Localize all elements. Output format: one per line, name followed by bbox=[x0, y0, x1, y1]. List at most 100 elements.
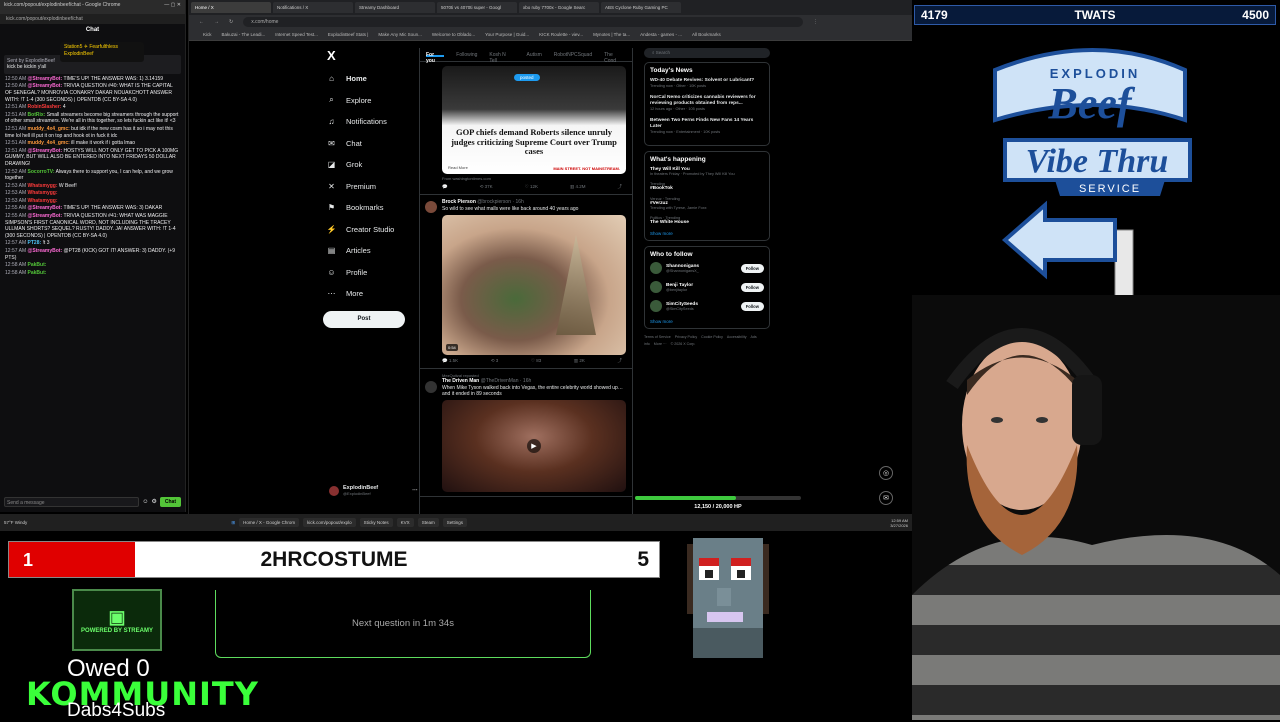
chat-message[interactable]: 12:51 AM muddy_4x4_gmc: but idk if the n… bbox=[0, 126, 185, 139]
chat-message-input[interactable]: Send a message bbox=[4, 497, 140, 507]
like-count[interactable]: ♡ 12K bbox=[525, 184, 538, 190]
chat-message[interactable]: 12:51 AM RobinSlasher: 4 bbox=[0, 104, 185, 111]
reload-icon[interactable]: ↻ bbox=[229, 19, 233, 25]
tweet-video[interactable]: 0:54 bbox=[442, 215, 626, 355]
message-user[interactable]: Whatsmygg: bbox=[28, 183, 58, 189]
feed-tab[interactable]: RobotNPCSquad bbox=[554, 52, 592, 58]
browser-tab[interactable]: 5070ti vs 4070ti super - Googl bbox=[437, 2, 517, 13]
chat-message[interactable]: 12:57 AM @StreamyBot: @PT28 (KICK) GOT I… bbox=[0, 248, 185, 261]
repost-count[interactable]: ⟲ 37K bbox=[480, 184, 493, 190]
play-icon[interactable]: ▶ bbox=[527, 439, 541, 453]
chat-message[interactable]: 12:55 AM @StreamyBot: TIME'S UP! THE ANS… bbox=[0, 205, 185, 212]
emoji-icon[interactable]: ☺ bbox=[142, 499, 148, 506]
nav-item-notifications[interactable]: ♫ Notifications bbox=[319, 111, 414, 133]
browser-tab[interactable]: ABS Cyclone Ruby Gaming PC bbox=[601, 2, 681, 13]
message-user[interactable]: PakBut: bbox=[28, 262, 47, 268]
follow-suggestion[interactable]: Benji Taylor @benjitaylor Follow bbox=[650, 281, 764, 293]
news-link-card[interactable]: posted GOP chiefs demand Roberts silence… bbox=[442, 66, 626, 174]
trend-item[interactable]: Verzuz · Trending #Verzuz Trending with Ty… bbox=[650, 197, 764, 210]
message-user[interactable]: BotRix: bbox=[28, 112, 46, 118]
nav-item-bookmarks[interactable]: ⚑ Bookmarks bbox=[319, 197, 414, 219]
tweet-author[interactable]: The Driven Man bbox=[442, 378, 479, 384]
footer-link[interactable]: © 2026 X Corp. bbox=[671, 342, 696, 346]
message-user[interactable]: muddy_4x4_gmc: bbox=[28, 140, 70, 146]
follow-button[interactable]: Follow bbox=[740, 282, 764, 292]
message-user[interactable]: @StreamyBot: bbox=[28, 76, 63, 82]
chat-message-list[interactable]: 12:50 AM @StreamyBot: TIME'S UP! THE ANS… bbox=[0, 76, 185, 277]
trend-item[interactable]: Trending #BookTok bbox=[650, 182, 764, 191]
nav-item-home[interactable]: ⌂ Home bbox=[319, 68, 414, 90]
browser-tab[interactable]: Streamy Dashboard bbox=[355, 2, 435, 13]
nav-item-articles[interactable]: ▤ Articles bbox=[319, 240, 414, 262]
nav-item-grok[interactable]: ◪ Grok bbox=[319, 154, 414, 176]
chat-message[interactable]: 12:55 AM @StreamyBot: TRIVIA QUESTION #4… bbox=[0, 213, 185, 239]
chat-message[interactable]: 12:51 AM muddy_4x4_gmc: ill make it work… bbox=[0, 140, 185, 147]
more-icon[interactable]: ⋯ bbox=[412, 488, 418, 494]
x-search-input[interactable]: ⌕ Search bbox=[644, 48, 770, 58]
avatar[interactable] bbox=[650, 262, 662, 274]
bookmark-link[interactable]: All Bookmarks bbox=[692, 32, 721, 37]
tweet-author[interactable]: Brock Pierson bbox=[442, 199, 476, 205]
x-logo[interactable]: X bbox=[327, 48, 414, 63]
follow-suggestion[interactable]: SimCitySeeds @SimCitySeeds Follow bbox=[650, 300, 764, 312]
bookmark-link[interactable]: Kick bbox=[203, 32, 212, 37]
bookmark-link[interactable]: Mynotes | The ta... bbox=[593, 32, 630, 37]
chat-message[interactable]: 12:50 AM @StreamyBot: TRIVIA QUESTION #4… bbox=[0, 83, 185, 103]
chat-message[interactable]: 12:50 AM @StreamyBot: TIME'S UP! THE ANS… bbox=[0, 76, 185, 83]
back-icon[interactable]: ← bbox=[199, 19, 204, 25]
feed-tab[interactable]: For you bbox=[426, 52, 445, 64]
footer-link[interactable]: Accessibility bbox=[727, 335, 747, 339]
chat-message[interactable]: 12:52 AM SocorroTV: Always there to supp… bbox=[0, 169, 185, 182]
taskbar-app[interactable]: KVX bbox=[396, 518, 414, 527]
chat-message[interactable]: 12:58 AM PakBut: bbox=[0, 262, 185, 269]
reply-count[interactable]: 💬 1.5K bbox=[442, 358, 458, 364]
bookmark-link[interactable]: Your Purpose | Guid... bbox=[485, 32, 529, 37]
bookmark-link[interactable]: Andesta - games - ... bbox=[640, 32, 682, 37]
start-icon[interactable]: ⊞ bbox=[231, 520, 235, 526]
message-user[interactable]: @StreamyBot: bbox=[28, 83, 63, 89]
reply-icon[interactable]: 💬 bbox=[442, 184, 448, 190]
bookmark-link[interactable]: Welcome to Oblado... bbox=[432, 32, 475, 37]
tweet-news-card[interactable]: posted GOP chiefs demand Roberts silence… bbox=[420, 62, 632, 195]
bookmark-link[interactable]: ExplodinBeef Stats | bbox=[328, 32, 368, 37]
show-more-link[interactable]: Show more bbox=[650, 319, 764, 324]
messages-icon[interactable]: ✉ bbox=[879, 491, 893, 505]
footer-link[interactable]: Terms of Service bbox=[644, 335, 671, 339]
views-count[interactable]: ▥ 2K bbox=[574, 358, 585, 364]
bookmark-link[interactable]: Make Any Mic Soun... bbox=[378, 32, 422, 37]
nav-item-profile[interactable]: ☺ Profile bbox=[319, 262, 414, 284]
nav-item-more[interactable]: ⋯ More bbox=[319, 283, 414, 305]
message-user[interactable]: SocorroTV: bbox=[28, 169, 55, 175]
chat-url-bar[interactable]: kick.com/popout/explodinbeef/chat bbox=[0, 14, 185, 24]
message-user[interactable]: PT28: bbox=[28, 240, 42, 246]
chat-send-button[interactable]: Chat bbox=[159, 496, 181, 508]
chat-message[interactable]: 12:53 AM Whatsmygg: bbox=[0, 198, 185, 205]
follow-button[interactable]: Follow bbox=[740, 301, 764, 311]
taskbar-app[interactable]: kick.com/popout/explo bbox=[303, 518, 356, 527]
follow-suggestion[interactable]: Shannonigans @ShannonigansX_ Follow bbox=[650, 262, 764, 274]
chat-message[interactable]: 12:53 AM Whatsmygg: W Beef! bbox=[0, 183, 185, 190]
window-controls[interactable]: — ▢ ✕ bbox=[164, 2, 181, 12]
avatar[interactable] bbox=[650, 300, 662, 312]
nav-item-chat[interactable]: ✉ Chat bbox=[319, 133, 414, 155]
follow-button[interactable]: Follow bbox=[740, 263, 764, 273]
tweet[interactable]: Brock Pierson @brockpierson · 16h So wil… bbox=[420, 195, 632, 369]
feed-tab[interactable]: Following bbox=[456, 52, 477, 58]
taskbar-app[interactable]: Sticky Notes bbox=[359, 518, 393, 527]
footer-link[interactable]: More ··· bbox=[654, 342, 667, 346]
avatar[interactable] bbox=[650, 281, 662, 293]
extensions-icon[interactable]: ⋮ bbox=[813, 19, 818, 25]
views-count[interactable]: ▥ 4.2M bbox=[570, 184, 586, 190]
share-icon[interactable]: ⤴ bbox=[617, 358, 622, 364]
posted-pill[interactable]: posted bbox=[514, 74, 540, 81]
avatar[interactable] bbox=[425, 201, 437, 213]
post-button[interactable]: Post bbox=[323, 310, 405, 328]
message-user[interactable]: @StreamyBot: bbox=[28, 248, 63, 254]
taskbar-app[interactable]: Settings bbox=[442, 518, 467, 527]
trend-item[interactable]: They Will Kill You In theaters Friday · P… bbox=[650, 167, 764, 176]
grok-icon[interactable]: ◎ bbox=[879, 466, 893, 480]
system-clock[interactable]: 12:59 AM 3/27/2026 bbox=[890, 518, 908, 528]
repost-count[interactable]: ⟲ 3 bbox=[491, 358, 499, 364]
bookmark-link[interactable]: Internet Speed Test... bbox=[275, 32, 318, 37]
chat-message[interactable]: 12:57 AM PT28: !t 3 bbox=[0, 240, 185, 247]
